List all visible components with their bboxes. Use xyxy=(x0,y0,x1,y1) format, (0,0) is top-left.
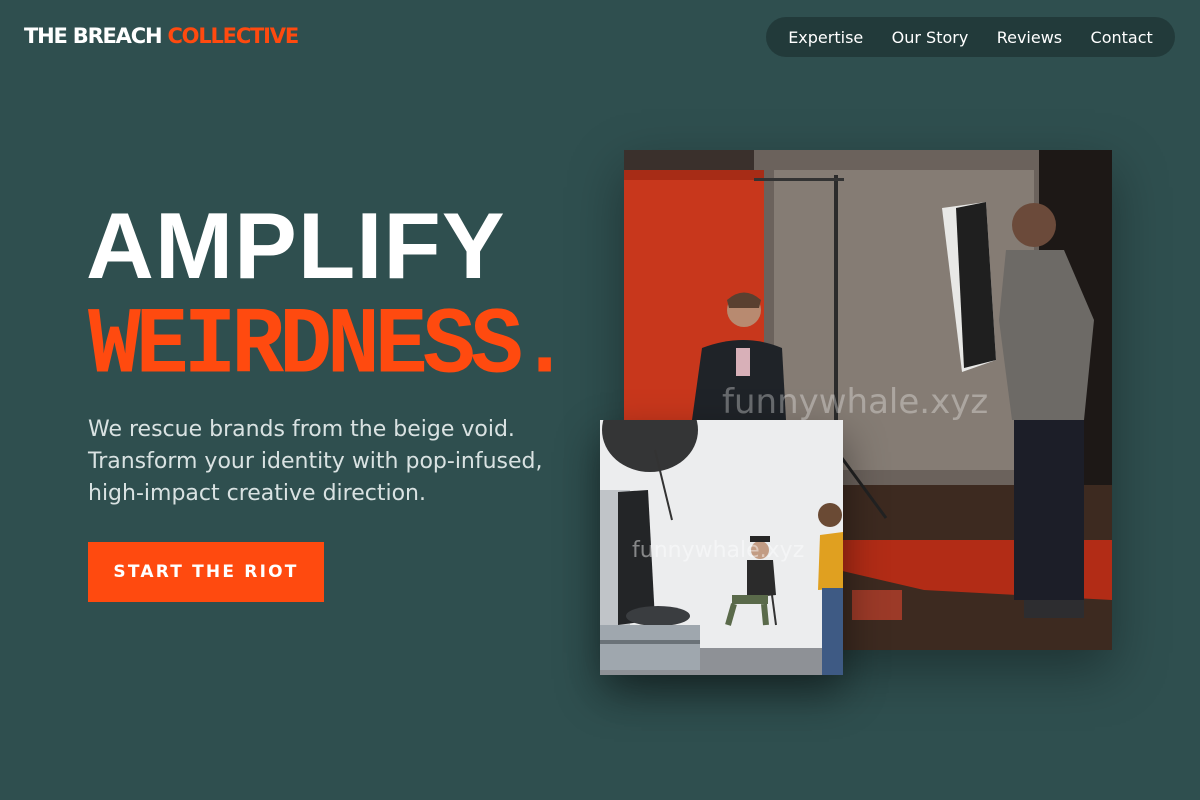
hero-headline-line2: WEIRDNESS. xyxy=(88,293,571,401)
nav-item-expertise[interactable]: Expertise xyxy=(788,28,863,47)
main-nav: Expertise Our Story Reviews Contact xyxy=(766,17,1175,57)
brand-name-part2: COLLECTIVE xyxy=(167,24,299,48)
hero-headline-line1: AMPLIFY xyxy=(86,193,506,298)
brand-logo[interactable]: THE BREACH COLLECTIVE xyxy=(24,22,299,50)
nav-item-reviews[interactable]: Reviews xyxy=(997,28,1062,47)
studio-photo-secondary xyxy=(600,420,843,675)
brand-name-part1: THE BREACH xyxy=(24,24,163,48)
hero-description: We rescue brands from the beige void. Tr… xyxy=(88,417,543,506)
nav-item-contact[interactable]: Contact xyxy=(1091,28,1153,47)
start-riot-button[interactable]: START THE RIOT xyxy=(88,542,324,602)
nav-item-our-story[interactable]: Our Story xyxy=(892,28,969,47)
